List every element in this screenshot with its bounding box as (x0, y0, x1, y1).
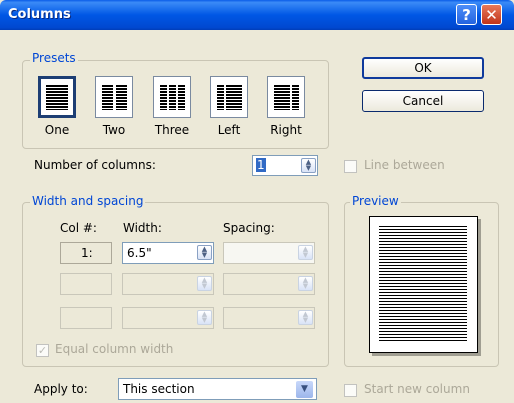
width-header: Width: (123, 221, 162, 235)
ok-button[interactable]: OK (362, 57, 484, 79)
spacing-input-1[interactable]: ▲ ▼ (223, 242, 315, 264)
preset-three-label: Three (154, 123, 190, 137)
preview-legend: Preview (350, 194, 401, 208)
spacing-input-3: ▲ ▼ (223, 307, 315, 329)
preset-right[interactable] (267, 76, 305, 118)
col-number-value: 1: (81, 246, 93, 260)
preview-text-lines (379, 226, 467, 341)
preset-left-label: Left (217, 123, 241, 137)
preset-two-label: Two (102, 123, 126, 137)
columns-spin-icon[interactable]: ▲ ▼ (301, 158, 316, 173)
spacing-spin-icon: ▲ ▼ (298, 245, 313, 260)
spacing-header: Spacing: (223, 221, 275, 235)
close-icon[interactable]: ✕ (481, 4, 502, 25)
number-of-columns-label: Number of columns: (34, 158, 156, 172)
checkmark-icon[interactable]: ✓ (36, 344, 49, 357)
preset-two[interactable] (95, 76, 133, 118)
width-spacing-legend: Width and spacing (30, 194, 146, 208)
spacing-input-2: ▲ ▼ (223, 273, 315, 295)
width-spin-icon-3: ▲ ▼ (197, 310, 212, 325)
col-number-header: Col #: (60, 221, 97, 235)
dropdown-arrow-icon[interactable]: ▼ (296, 381, 313, 398)
line-between-label: Line between (364, 158, 445, 172)
preset-one-label: One (44, 123, 70, 137)
apply-to-value: This section (123, 382, 195, 396)
width-input-3: ▲ ▼ (122, 307, 214, 329)
preset-three[interactable] (153, 76, 191, 118)
dialog-title: Columns (8, 7, 71, 22)
apply-to-label: Apply to: (34, 382, 88, 396)
width-spin-icon-2: ▲ ▼ (197, 276, 212, 291)
width-input-2: ▲ ▼ (122, 273, 214, 295)
preset-one[interactable] (38, 76, 76, 118)
presets-legend: Presets (30, 51, 78, 65)
preset-left[interactable] (210, 76, 248, 118)
width-input-1[interactable]: 6.5" ▲ ▼ (122, 242, 214, 264)
spacing-spin-icon-2: ▲ ▼ (298, 276, 313, 291)
start-new-column-checkbox[interactable] (344, 384, 357, 397)
spacing-spin-icon-3: ▲ ▼ (298, 310, 313, 325)
equal-column-width-label: Equal column width (55, 342, 174, 356)
start-new-column-label: Start new column (364, 382, 470, 396)
number-of-columns-input[interactable]: 1 ▲ ▼ (252, 155, 318, 176)
col-number-field: 1: (60, 242, 112, 264)
col-number-field-2 (60, 273, 112, 295)
width-spin-icon[interactable]: ▲ ▼ (197, 245, 212, 260)
title-bar: Columns ? ✕ (0, 0, 514, 30)
preview-page (369, 216, 478, 353)
number-of-columns-value: 1 (256, 158, 266, 172)
width-value-1: 6.5" (127, 246, 152, 260)
col-number-field-3 (60, 307, 112, 329)
apply-to-select[interactable]: This section ▼ (118, 378, 317, 400)
line-between-checkbox[interactable] (344, 160, 357, 173)
preset-right-label: Right (270, 123, 302, 137)
help-icon[interactable]: ? (456, 4, 477, 25)
cancel-button[interactable]: Cancel (362, 90, 484, 112)
